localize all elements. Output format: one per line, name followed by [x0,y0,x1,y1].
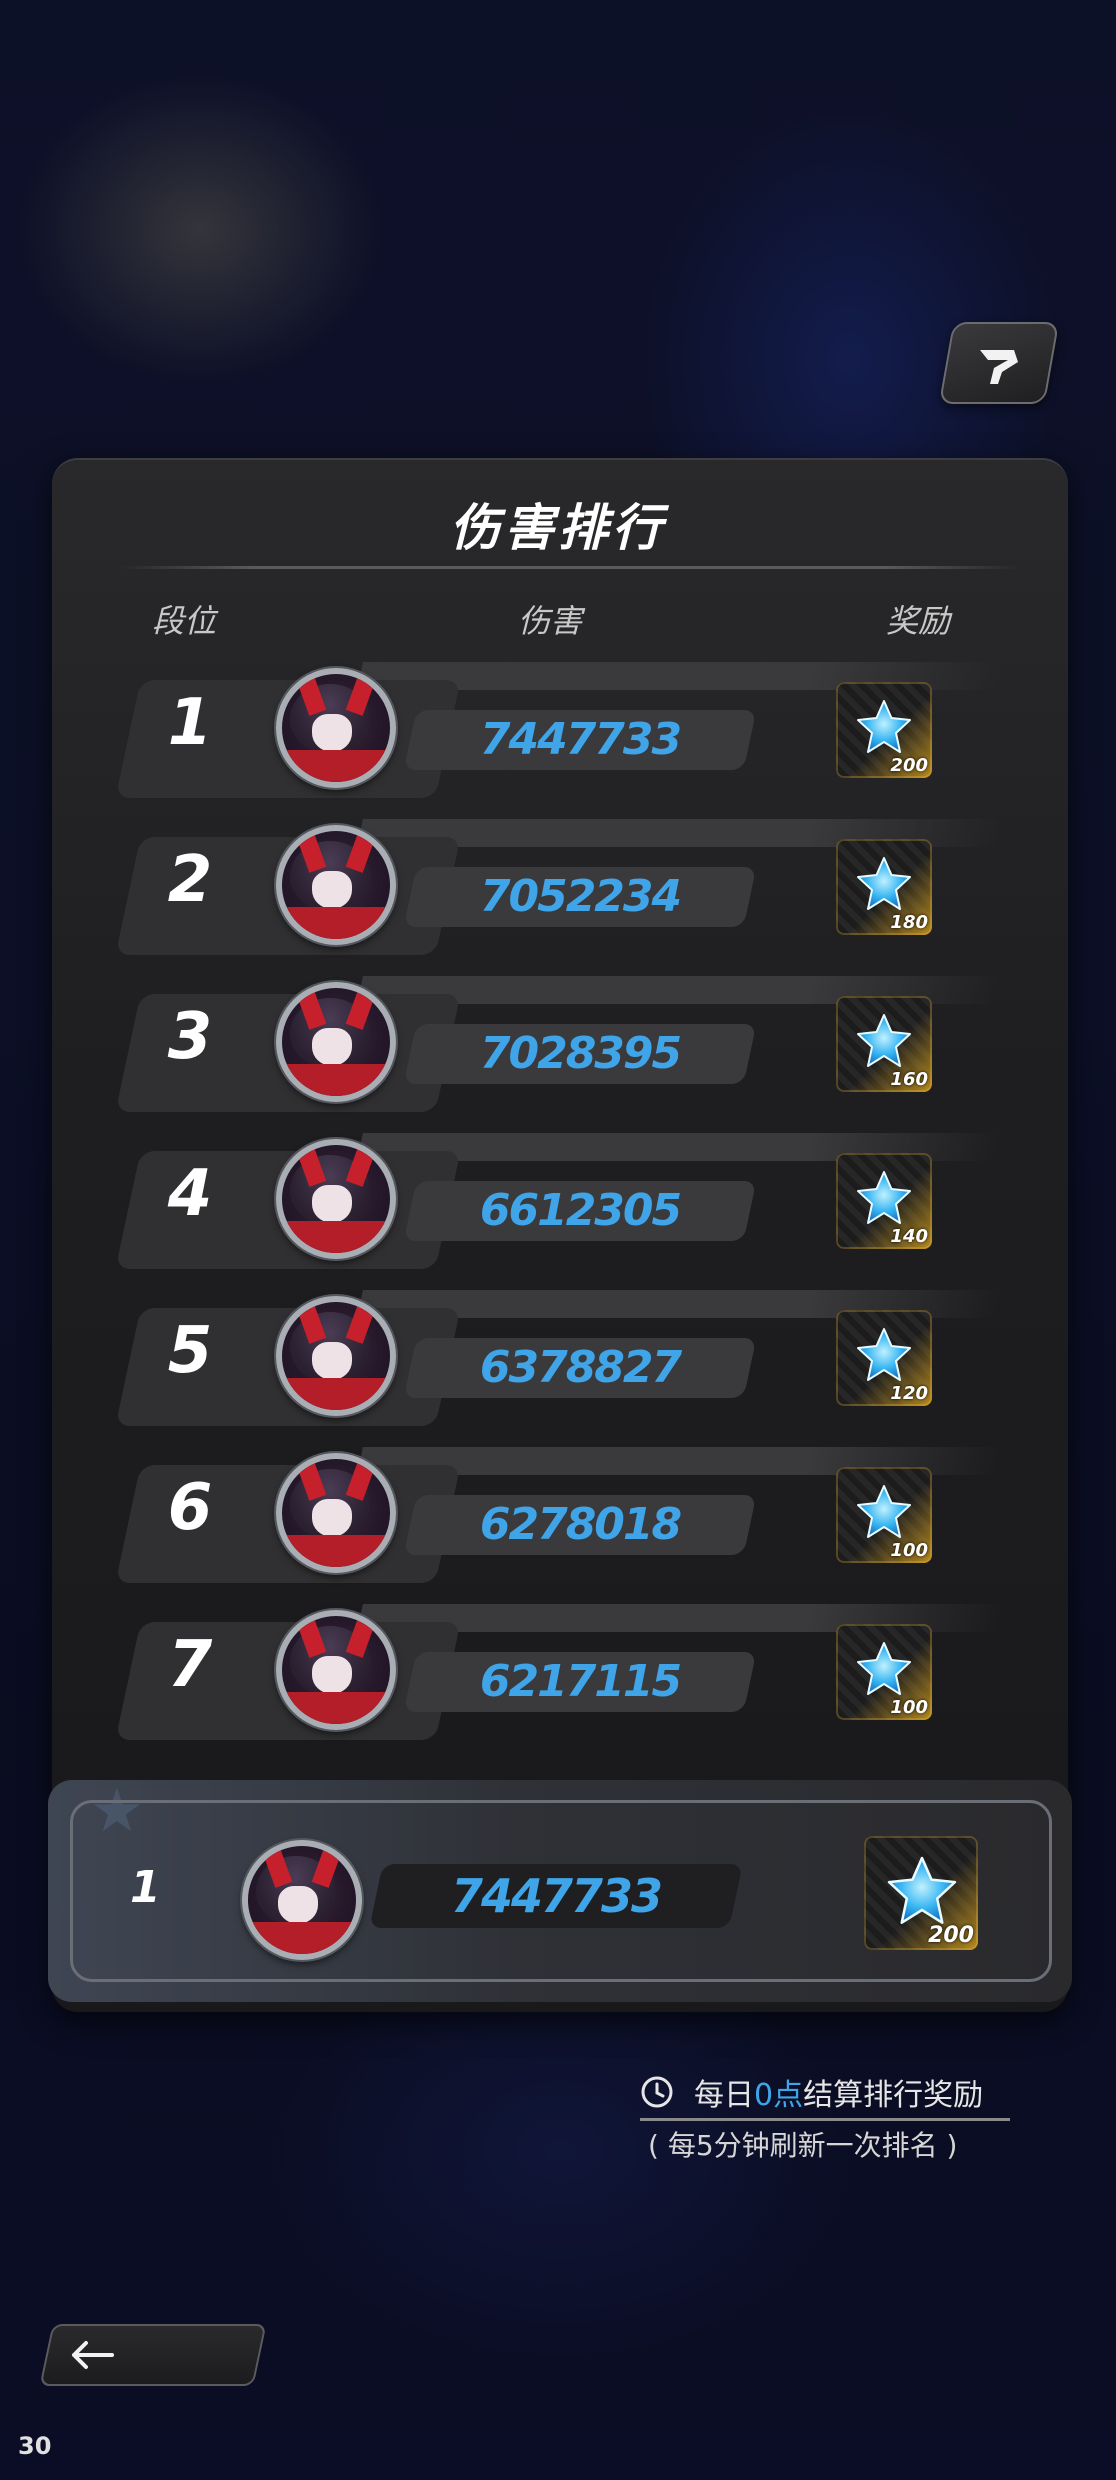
share-button[interactable] [938,322,1060,404]
my-damage-value: 7447733 [450,1869,663,1923]
player-avatar [276,1296,396,1416]
header-rank: 段位 [152,602,217,640]
reward-item[interactable]: 100 [836,1624,932,1720]
damage-value: 6612305 [479,1185,682,1236]
player-avatar [276,1453,396,1573]
my-reward[interactable]: 200 [864,1836,978,1950]
clock-icon [641,2076,673,2108]
player-avatar [276,1139,396,1259]
back-arrow-icon [72,2341,114,2369]
rank-number: 1 [167,686,213,760]
damage-value: 7447733 [479,714,682,765]
reward-amount: 100 [890,1540,928,1561]
damage-value: 6217115 [479,1656,682,1707]
notice-prefix: 每日 [694,2078,754,2113]
reward-item[interactable]: 140 [836,1153,932,1249]
star-gem-icon [857,1642,911,1695]
reward-amount: 100 [890,1697,928,1718]
panel-title: 伤害排行 [450,499,666,557]
reward-amount: 160 [890,1069,928,1090]
damage-value: 7052234 [479,871,682,922]
reward-item[interactable]: 180 [836,839,932,935]
title-divider [120,566,1020,569]
refresh-notice: ( 每5分钟刷新一次排名 ) [648,2129,958,2162]
header-damage: 伤害 [518,602,583,640]
player-avatar [276,668,396,788]
star-gem-icon [857,1485,911,1538]
player-avatar [276,825,396,945]
reward-amount: 180 [890,912,928,933]
rank-row: 2 7052234 180 [0,819,1116,955]
rank-number: 4 [167,1157,213,1231]
damage-value: 6378827 [479,1342,682,1393]
rank-row: 7 6217115 100 [0,1604,1116,1740]
reward-item[interactable]: 200 [836,682,932,778]
star-gem-icon [887,1856,957,1924]
rank-number: 5 [167,1314,213,1388]
back-button[interactable] [39,2324,267,2386]
fps-counter: 30 [18,2432,52,2460]
star-gem-icon [857,857,911,910]
player-avatar [276,982,396,1102]
notice-suffix: 结算排行奖励 [803,2078,984,2113]
rank-row: 1 7447733 200 [0,662,1116,798]
settlement-notice: 每日0点结算排行奖励 [640,2066,1010,2121]
my-avatar [242,1840,362,1960]
rank-row: 4 6612305 140 [0,1133,1116,1269]
share-icon [980,350,1018,384]
reward-amount: 200 [890,755,928,776]
star-gem-icon [857,700,911,753]
notice-highlight: 0点 [754,2078,804,2113]
reward-amount: 120 [890,1383,928,1404]
rank-number: 2 [167,843,213,917]
my-reward-amount: 200 [928,1923,974,1948]
star-gem-icon [857,1328,911,1381]
star-gem-icon [857,1014,911,1067]
reward-amount: 140 [890,1226,928,1247]
my-rank-number: 1 [130,1862,161,1913]
player-avatar [276,1610,396,1730]
reward-item[interactable]: 100 [836,1467,932,1563]
star-gem-icon [857,1171,911,1224]
rank-row: 3 7028395 160 [0,976,1116,1112]
rank-number: 7 [167,1628,213,1702]
reward-item[interactable]: 120 [836,1310,932,1406]
rank-row: 6 6278018 100 [0,1447,1116,1583]
rank-number: 6 [167,1471,213,1545]
header-reward: 奖励 [886,602,951,640]
damage-value: 6278018 [479,1499,682,1550]
rank-row: 5 6378827 120 [0,1290,1116,1426]
rank-number: 3 [167,1000,213,1074]
reward-item[interactable]: 160 [836,996,932,1092]
damage-value: 7028395 [479,1028,682,1079]
